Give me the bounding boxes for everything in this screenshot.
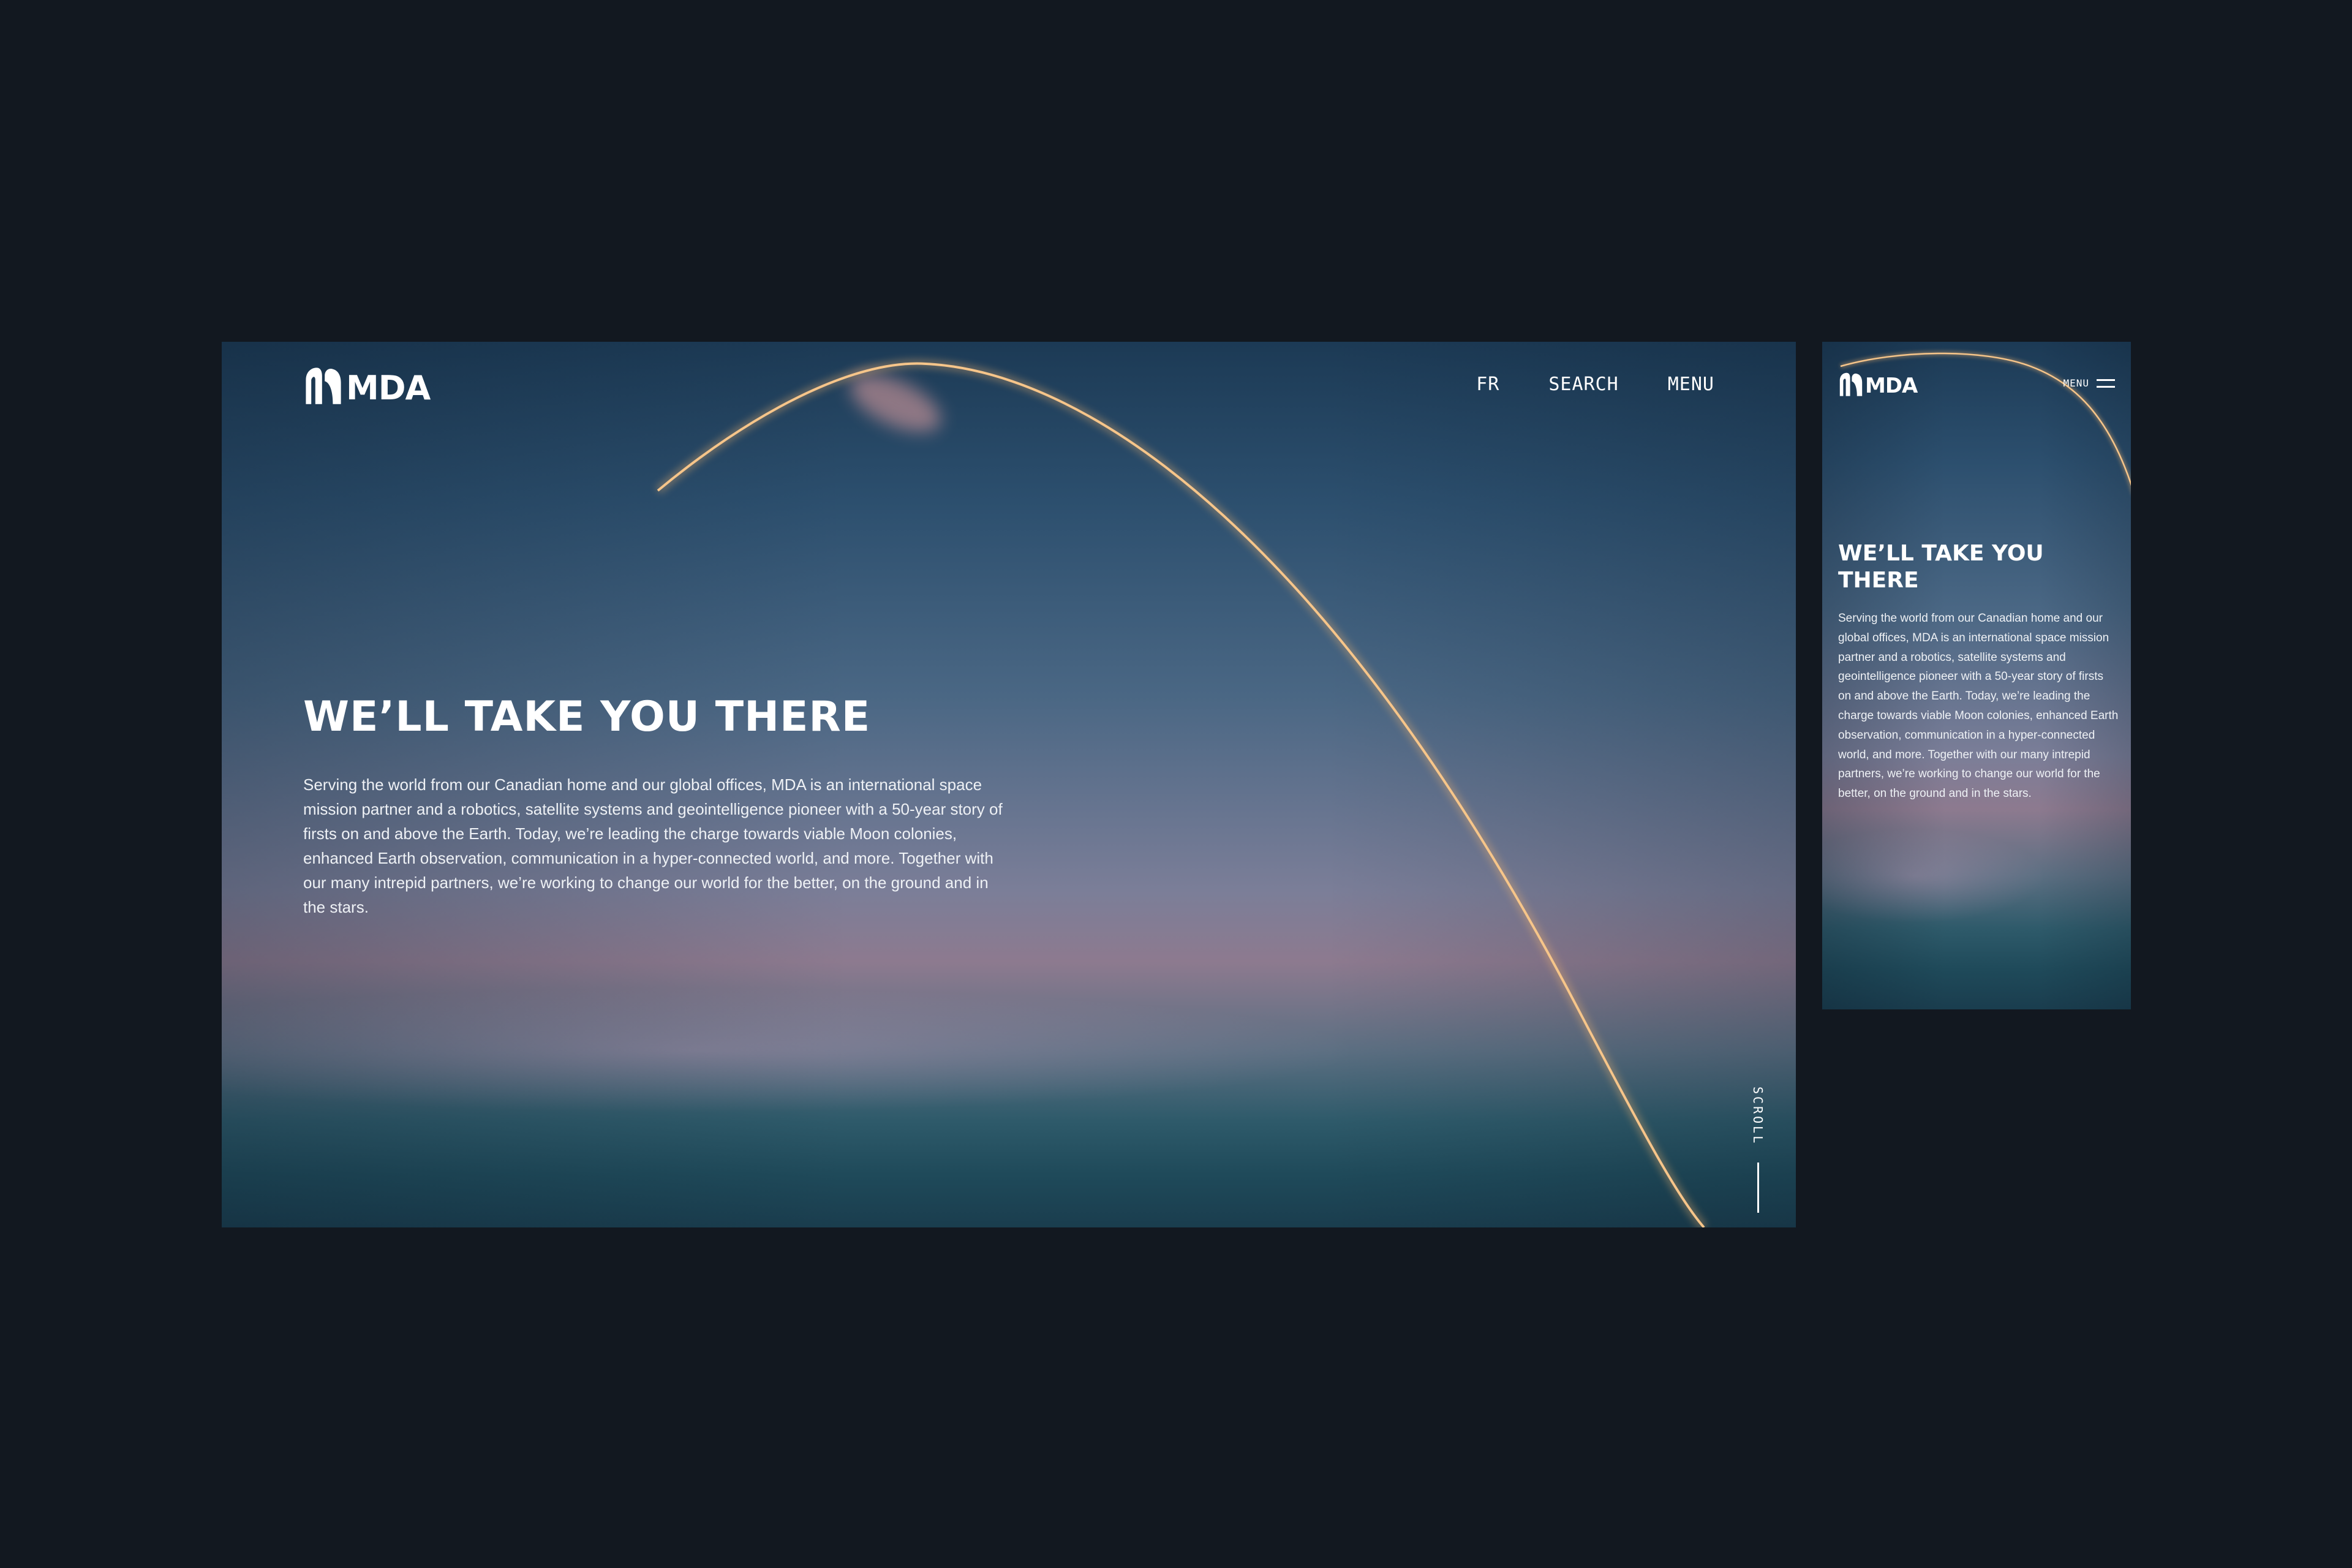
scroll-line	[1757, 1163, 1759, 1213]
mda-arch-logo-icon	[1839, 372, 1863, 396]
mda-arch-logo-icon	[306, 368, 341, 404]
presentation-stage: MDA FR SEARCH MENU WE’LL TAKE YOU THERE …	[0, 0, 2352, 1568]
menu-label: MENU	[2063, 377, 2089, 389]
mobile-hero-section: WE’LL TAKE YOU THERE Serving the world f…	[1838, 540, 2120, 804]
search-link[interactable]: SEARCH	[1548, 374, 1618, 395]
menu-link[interactable]: MENU	[1668, 374, 1714, 395]
mobile-hero-title: WE’LL TAKE YOU THERE	[1838, 541, 2044, 593]
scroll-label: SCROLL	[1751, 1087, 1765, 1146]
mobile-frame: MDA MENU WE’LL TAKE YOU THERE Serving th…	[1822, 342, 2131, 1009]
mda-logo[interactable]: MDA	[303, 364, 431, 407]
hero-section: WE’LL TAKE YOU THERE Serving the world f…	[303, 693, 1038, 919]
language-toggle[interactable]: FR	[1476, 374, 1499, 395]
desktop-frame: MDA FR SEARCH MENU WE’LL TAKE YOU THERE …	[222, 342, 1796, 1227]
desktop-nav: FR SEARCH MENU	[1427, 374, 1714, 395]
logo-wordmark: MDA	[1865, 374, 1918, 398]
hero-title: WE’LL TAKE YOU THERE	[303, 693, 871, 741]
mda-logo[interactable]: MDA	[1838, 371, 1918, 398]
mobile-hero-body: Serving the world from our Canadian home…	[1838, 612, 2119, 801]
scroll-indicator[interactable]: SCROLL	[1751, 1087, 1765, 1213]
mobile-menu-button[interactable]: MENU	[2063, 377, 2115, 389]
logo-wordmark: MDA	[346, 369, 431, 407]
hero-body: Serving the world from our Canadian home…	[303, 775, 1003, 916]
hamburger-icon	[2097, 379, 2115, 388]
